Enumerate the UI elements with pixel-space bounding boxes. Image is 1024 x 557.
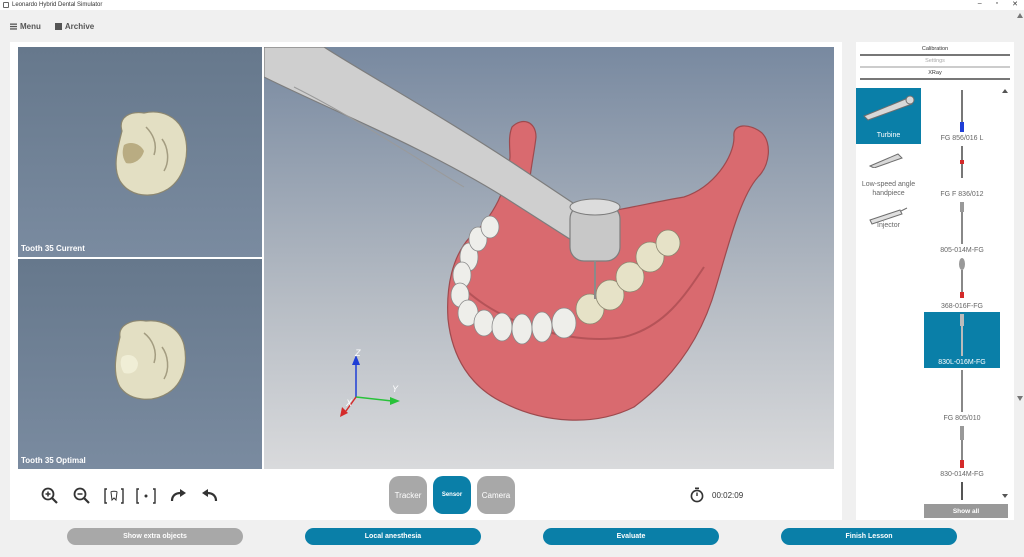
bur-icon <box>960 146 964 178</box>
bur-list-scrollbar[interactable] <box>1002 88 1008 500</box>
tab-xray[interactable]: XRay <box>860 68 1010 80</box>
stopwatch-icon <box>690 487 704 503</box>
timer-value: 00:02:09 <box>712 490 744 500</box>
bur-list: FG 856/016 L FG F 836/012 805-014M-FG 36… <box>924 88 1000 500</box>
bur-label: 830L-016M-FG <box>938 359 986 366</box>
evaluate-button[interactable]: Evaluate <box>543 528 719 545</box>
maximize-button[interactable]: ▫ <box>996 0 998 8</box>
bur-item[interactable]: FG 805/010 <box>924 368 1000 424</box>
jaw-3d-view[interactable]: Z Y X <box>264 47 834 469</box>
bur-item[interactable]: 830L-016M-FG <box>924 312 1000 368</box>
bur-item[interactable]: FG F 836/012 <box>924 144 1000 200</box>
tool-low-speed-handpiece[interactable]: Low-speed angle handpiece <box>856 146 921 202</box>
timer: 00:02:09 <box>690 487 743 503</box>
bur-icon <box>960 202 964 244</box>
tooth-optimal-label: Tooth 35 Optimal <box>21 456 86 465</box>
window-title: Leonardo Hybrid Dental Simulator <box>12 2 103 8</box>
bur-label: FG 856/016 L <box>940 135 984 142</box>
menu-bar: Menu Archive <box>10 22 94 31</box>
local-anesthesia-button[interactable]: Local anesthesia <box>305 528 481 545</box>
menu-label: Menu <box>20 22 41 31</box>
bur-label: FG 805/010 <box>943 415 981 422</box>
view-toolbar <box>40 486 220 506</box>
finish-lesson-button[interactable]: Finish Lesson <box>781 528 957 545</box>
bur-item[interactable]: 805-014M-FG <box>924 200 1000 256</box>
bur-label: FG F 836/012 <box>940 191 984 198</box>
bur-icon <box>961 482 963 500</box>
camera-mode-button[interactable]: Camera <box>477 476 515 514</box>
turbine-icon <box>863 95 915 121</box>
axis-z-label: Z <box>355 348 361 358</box>
right-tabs: Calibration Settings XRay <box>860 44 1010 80</box>
hamburger-icon <box>10 23 17 30</box>
tooth-current-label: Tooth 35 Current <box>21 244 85 253</box>
show-extra-objects-button[interactable]: Show extra objects <box>67 528 243 545</box>
handpiece-icon <box>868 153 903 168</box>
bur-icon <box>959 258 965 298</box>
archive-icon <box>54 23 62 30</box>
tool-injector[interactable]: Injector <box>856 204 921 260</box>
scroll-arrows-icon <box>1002 89 1008 498</box>
bur-label: 830-014M-FG <box>940 471 984 478</box>
tool-label: Low-speed angle handpiece <box>861 181 916 197</box>
tab-calibration[interactable]: Calibration <box>860 44 1010 56</box>
bur-icon <box>961 370 963 412</box>
focus-center-button[interactable] <box>136 486 156 506</box>
window-scrollbar[interactable] <box>1016 10 1024 552</box>
tool-turbine[interactable]: Turbine <box>856 88 921 144</box>
bur-icon <box>960 314 964 356</box>
tracker-mode-button[interactable]: Tracker <box>389 476 427 514</box>
axis-x-label: X <box>346 398 353 408</box>
undo-icon <box>202 489 218 502</box>
close-button[interactable]: ✕ <box>1012 0 1018 8</box>
zoom-in-icon <box>41 487 58 504</box>
tab-settings[interactable]: Settings <box>860 56 1010 68</box>
axis-y-label: Y <box>392 384 399 394</box>
undo-button[interactable] <box>200 486 220 506</box>
show-all-button[interactable]: Show all <box>924 504 1008 518</box>
tooth-optimal-view[interactable]: Tooth 35 Optimal <box>18 259 262 469</box>
main-panel: Tooth 35 Current Tooth 35 Optimal Z Y X … <box>10 42 842 520</box>
tool-label: Injector <box>877 222 900 229</box>
focus-center-icon <box>136 488 156 504</box>
archive-label: Archive <box>64 22 95 31</box>
bur-label: 805-014M-FG <box>940 247 984 254</box>
archive-button[interactable]: Archive <box>54 22 95 31</box>
zoom-in-button[interactable] <box>40 486 60 506</box>
app-icon <box>3 2 9 8</box>
minimize-button[interactable]: – <box>978 0 982 8</box>
sensor-mode-button[interactable]: Sensor <box>433 476 471 514</box>
bur-icon <box>960 90 964 132</box>
tool-label: Turbine <box>876 132 901 139</box>
menu-button[interactable]: Menu <box>10 22 41 31</box>
tooth-current-view[interactable]: Tooth 35 Current <box>18 47 262 257</box>
focus-tooth-icon <box>104 488 124 504</box>
zoom-out-button[interactable] <box>72 486 92 506</box>
focus-tooth-button[interactable] <box>104 486 124 506</box>
bur-icon <box>960 426 964 468</box>
mode-selector: Tracker Sensor Camera <box>389 476 515 514</box>
tool-list: Turbine Low-speed angle handpiece Inject… <box>856 88 921 288</box>
title-bar: Leonardo Hybrid Dental Simulator – ▫ ✕ <box>0 0 1024 10</box>
redo-icon <box>170 489 186 502</box>
redo-button[interactable] <box>168 486 188 506</box>
tool-panel: Calibration Settings XRay Turbine Low-sp… <box>856 42 1014 520</box>
tooth-current-model <box>115 111 188 196</box>
bur-item[interactable] <box>924 480 1000 500</box>
tooth-optimal-model <box>114 320 187 400</box>
bur-item[interactable]: 830-014M-FG <box>924 424 1000 480</box>
bur-item[interactable]: 368-016F-FG <box>924 256 1000 312</box>
bur-label: 368-016F-FG <box>940 303 984 310</box>
zoom-out-icon <box>73 487 90 504</box>
bur-item[interactable]: FG 856/016 L <box>924 88 1000 144</box>
scroll-arrows-icon <box>1017 13 1023 401</box>
